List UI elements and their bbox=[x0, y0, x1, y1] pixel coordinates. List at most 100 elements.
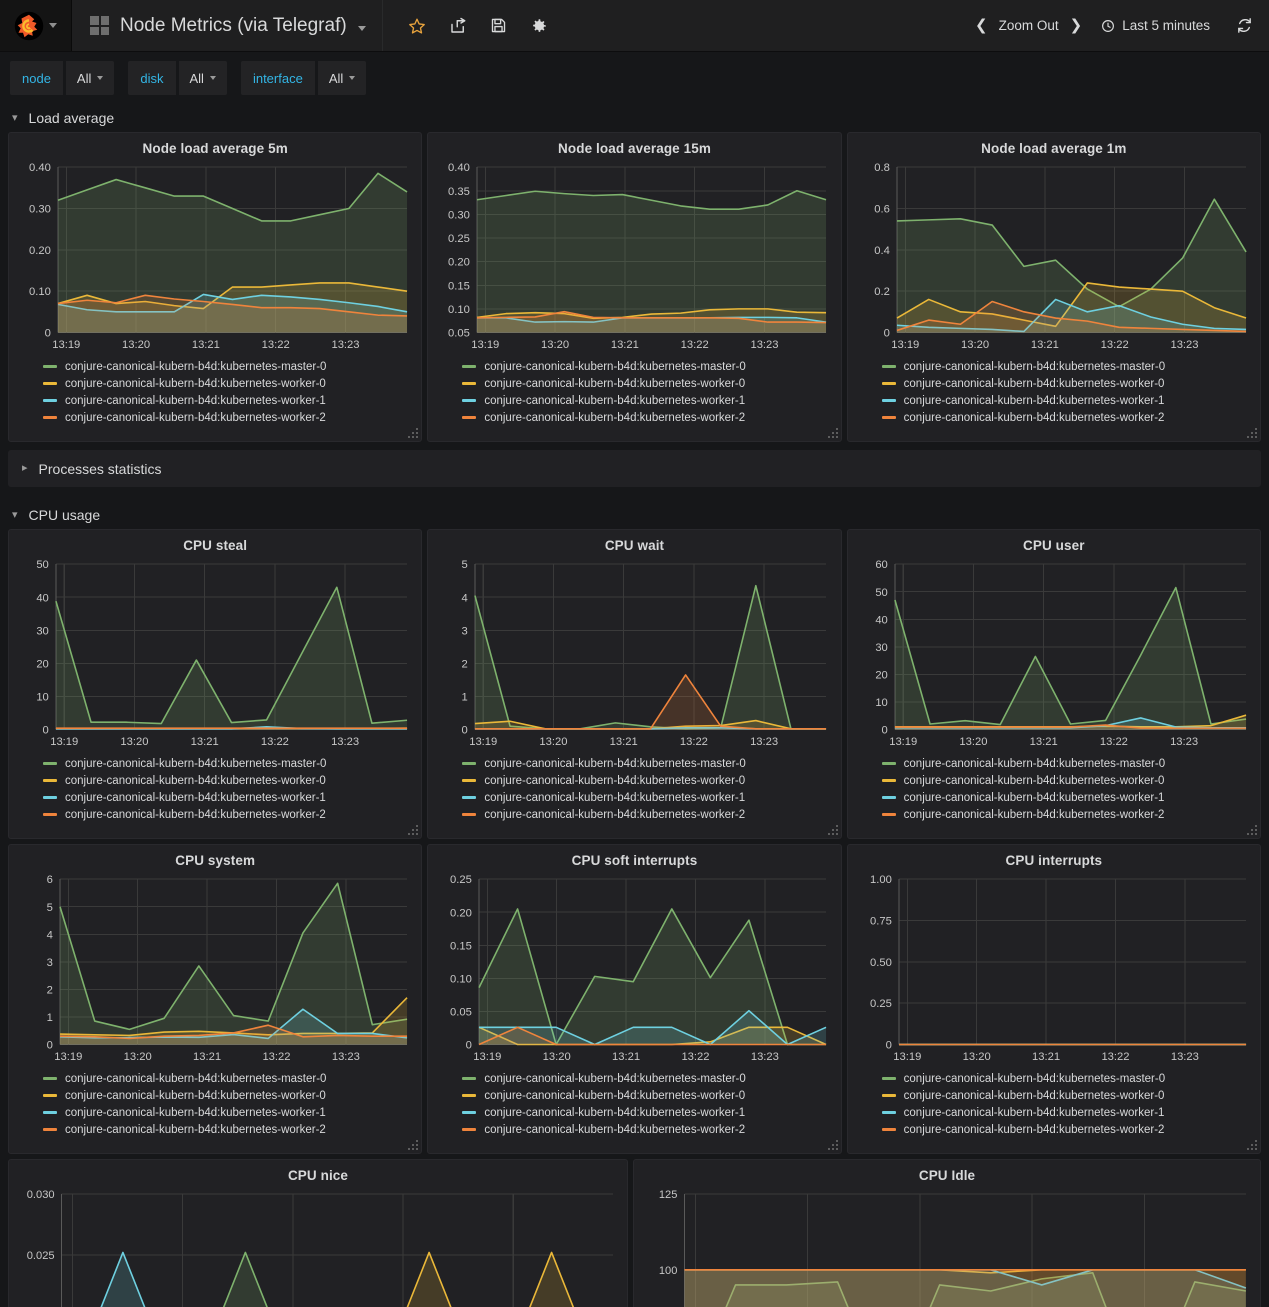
panel-title[interactable]: CPU user bbox=[848, 530, 1260, 556]
refresh-icon[interactable] bbox=[1236, 17, 1253, 34]
legend-item[interactable]: conjure-canonical-kubern-b4d:kubernetes-… bbox=[43, 394, 421, 408]
row-header-load-average[interactable]: ▾ Load average bbox=[0, 104, 1269, 132]
legend-item[interactable]: conjure-canonical-kubern-b4d:kubernetes-… bbox=[462, 1089, 840, 1103]
legend-item[interactable]: conjure-canonical-kubern-b4d:kubernetes-… bbox=[462, 360, 840, 374]
chart-canvas[interactable]: 0.0150.0200.0250.030 bbox=[9, 1186, 627, 1307]
gear-icon[interactable] bbox=[530, 17, 548, 35]
save-icon[interactable] bbox=[490, 17, 507, 34]
variable-interface-select[interactable]: All bbox=[318, 61, 366, 95]
panel-title[interactable]: Node load average 15m bbox=[428, 133, 840, 159]
chart-canvas[interactable]: 00.250.500.751.0013:1913:2013:2113:2213:… bbox=[848, 871, 1260, 1067]
legend-item[interactable]: conjure-canonical-kubern-b4d:kubernetes-… bbox=[462, 1106, 840, 1120]
panel-title[interactable]: Node load average 5m bbox=[9, 133, 421, 159]
dashboard-title-area[interactable]: Node Metrics (via Telegraf) bbox=[72, 0, 383, 51]
legend-item[interactable]: conjure-canonical-kubern-b4d:kubernetes-… bbox=[43, 1106, 421, 1120]
panel-cpu-steal[interactable]: CPU steal0102030405013:1913:2013:2113:22… bbox=[8, 529, 422, 839]
plot-area[interactable]: 00.20.40.60.813:1913:2013:2113:2213:23 bbox=[848, 159, 1260, 355]
plot-area[interactable]: 01234513:1913:2013:2113:2213:23 bbox=[428, 556, 840, 752]
chart-canvas[interactable]: 01234513:1913:2013:2113:2213:23 bbox=[428, 556, 840, 752]
chart-canvas[interactable]: 012345613:1913:2013:2113:2213:23 bbox=[9, 871, 421, 1067]
panel-title[interactable]: Node load average 1m bbox=[848, 133, 1260, 159]
legend-item[interactable]: conjure-canonical-kubern-b4d:kubernetes-… bbox=[882, 411, 1260, 425]
legend-item[interactable]: conjure-canonical-kubern-b4d:kubernetes-… bbox=[462, 1123, 840, 1137]
panel-node-load-average-15m[interactable]: Node load average 15m0.050.100.150.200.2… bbox=[427, 132, 841, 442]
panel-title[interactable]: CPU steal bbox=[9, 530, 421, 556]
row-header-processes-statistics[interactable]: ▸ Processes statistics bbox=[8, 450, 1261, 487]
legend-item[interactable]: conjure-canonical-kubern-b4d:kubernetes-… bbox=[43, 774, 421, 788]
legend-item[interactable]: conjure-canonical-kubern-b4d:kubernetes-… bbox=[882, 1072, 1260, 1086]
plot-area[interactable]: 010203040506013:1913:2013:2113:2213:23 bbox=[848, 556, 1260, 752]
panel-title[interactable]: CPU interrupts bbox=[848, 845, 1260, 871]
legend-item[interactable]: conjure-canonical-kubern-b4d:kubernetes-… bbox=[882, 360, 1260, 374]
time-range-picker[interactable]: Last 5 minutes bbox=[1101, 18, 1236, 33]
panel-resize-handle[interactable] bbox=[828, 428, 839, 439]
legend-item[interactable]: conjure-canonical-kubern-b4d:kubernetes-… bbox=[43, 808, 421, 822]
legend-item[interactable]: conjure-canonical-kubern-b4d:kubernetes-… bbox=[462, 808, 840, 822]
panel-node-load-average-5m[interactable]: Node load average 5m00.100.200.300.4013:… bbox=[8, 132, 422, 442]
variable-node-select[interactable]: All bbox=[66, 61, 114, 95]
plot-area[interactable]: 012345613:1913:2013:2113:2213:23 bbox=[9, 871, 421, 1067]
panel-resize-handle[interactable] bbox=[1247, 825, 1258, 836]
plot-area[interactable]: 75100125 bbox=[634, 1186, 1260, 1307]
panel-cpu-soft-interrupts[interactable]: CPU soft interrupts00.050.100.150.200.25… bbox=[427, 844, 841, 1154]
legend-item[interactable]: conjure-canonical-kubern-b4d:kubernetes-… bbox=[462, 774, 840, 788]
legend-item[interactable]: conjure-canonical-kubern-b4d:kubernetes-… bbox=[43, 360, 421, 374]
legend-item[interactable]: conjure-canonical-kubern-b4d:kubernetes-… bbox=[462, 1072, 840, 1086]
chart-canvas[interactable]: 0.050.100.150.200.250.300.350.4013:1913:… bbox=[428, 159, 840, 355]
panel-resize-handle[interactable] bbox=[408, 428, 419, 439]
legend-item[interactable]: conjure-canonical-kubern-b4d:kubernetes-… bbox=[882, 774, 1260, 788]
panel-cpu-nice[interactable]: CPU nice0.0150.0200.0250.030 bbox=[8, 1159, 628, 1307]
legend-item[interactable]: conjure-canonical-kubern-b4d:kubernetes-… bbox=[882, 1123, 1260, 1137]
plot-area[interactable]: 0102030405013:1913:2013:2113:2213:23 bbox=[9, 556, 421, 752]
legend-item[interactable]: conjure-canonical-kubern-b4d:kubernetes-… bbox=[462, 757, 840, 771]
legend-item[interactable]: conjure-canonical-kubern-b4d:kubernetes-… bbox=[43, 377, 421, 391]
legend-item[interactable]: conjure-canonical-kubern-b4d:kubernetes-… bbox=[43, 791, 421, 805]
plot-area[interactable]: 00.050.100.150.200.2513:1913:2013:2113:2… bbox=[428, 871, 840, 1067]
legend-item[interactable]: conjure-canonical-kubern-b4d:kubernetes-… bbox=[43, 411, 421, 425]
panel-resize-handle[interactable] bbox=[408, 825, 419, 836]
chart-canvas[interactable]: 00.100.200.300.4013:1913:2013:2113:2213:… bbox=[9, 159, 421, 355]
panel-resize-handle[interactable] bbox=[1247, 428, 1258, 439]
legend-item[interactable]: conjure-canonical-kubern-b4d:kubernetes-… bbox=[882, 1106, 1260, 1120]
chart-canvas[interactable]: 75100125 bbox=[634, 1186, 1260, 1307]
panel-cpu-user[interactable]: CPU user010203040506013:1913:2013:2113:2… bbox=[847, 529, 1261, 839]
panel-resize-handle[interactable] bbox=[828, 825, 839, 836]
legend-item[interactable]: conjure-canonical-kubern-b4d:kubernetes-… bbox=[882, 757, 1260, 771]
panel-cpu-idle[interactable]: CPU Idle75100125 bbox=[633, 1159, 1261, 1307]
grafana-brand-menu[interactable] bbox=[0, 0, 72, 51]
legend-item[interactable]: conjure-canonical-kubern-b4d:kubernetes-… bbox=[462, 411, 840, 425]
variable-disk-select[interactable]: All bbox=[179, 61, 227, 95]
plot-area[interactable]: 00.250.500.751.0013:1913:2013:2113:2213:… bbox=[848, 871, 1260, 1067]
plot-area[interactable]: 0.050.100.150.200.250.300.350.4013:1913:… bbox=[428, 159, 840, 355]
legend-item[interactable]: conjure-canonical-kubern-b4d:kubernetes-… bbox=[462, 394, 840, 408]
chart-canvas[interactable]: 010203040506013:1913:2013:2113:2213:23 bbox=[848, 556, 1260, 752]
legend-item[interactable]: conjure-canonical-kubern-b4d:kubernetes-… bbox=[462, 791, 840, 805]
panel-title[interactable]: CPU Idle bbox=[634, 1160, 1260, 1186]
legend-item[interactable]: conjure-canonical-kubern-b4d:kubernetes-… bbox=[882, 791, 1260, 805]
legend-item[interactable]: conjure-canonical-kubern-b4d:kubernetes-… bbox=[882, 808, 1260, 822]
panel-node-load-average-1m[interactable]: Node load average 1m00.20.40.60.813:1913… bbox=[847, 132, 1261, 442]
panel-title[interactable]: CPU wait bbox=[428, 530, 840, 556]
panel-title[interactable]: CPU soft interrupts bbox=[428, 845, 840, 871]
legend-item[interactable]: conjure-canonical-kubern-b4d:kubernetes-… bbox=[462, 377, 840, 391]
chart-canvas[interactable]: 00.20.40.60.813:1913:2013:2113:2213:23 bbox=[848, 159, 1260, 355]
panel-resize-handle[interactable] bbox=[828, 1140, 839, 1151]
panel-title[interactable]: CPU nice bbox=[9, 1160, 627, 1186]
zoom-out-label[interactable]: Zoom Out bbox=[999, 18, 1059, 33]
legend-item[interactable]: conjure-canonical-kubern-b4d:kubernetes-… bbox=[882, 1089, 1260, 1103]
legend-item[interactable]: conjure-canonical-kubern-b4d:kubernetes-… bbox=[43, 1072, 421, 1086]
legend-item[interactable]: conjure-canonical-kubern-b4d:kubernetes-… bbox=[43, 1089, 421, 1103]
panel-cpu-wait[interactable]: CPU wait01234513:1913:2013:2113:2213:23 c… bbox=[427, 529, 841, 839]
legend-item[interactable]: conjure-canonical-kubern-b4d:kubernetes-… bbox=[882, 394, 1260, 408]
plot-area[interactable]: 0.0150.0200.0250.030 bbox=[9, 1186, 627, 1307]
panel-title[interactable]: CPU system bbox=[9, 845, 421, 871]
chart-canvas[interactable]: 0102030405013:1913:2013:2113:2213:23 bbox=[9, 556, 421, 752]
plot-area[interactable]: 00.100.200.300.4013:1913:2013:2113:2213:… bbox=[9, 159, 421, 355]
legend-item[interactable]: conjure-canonical-kubern-b4d:kubernetes-… bbox=[882, 377, 1260, 391]
row-header-cpu-usage[interactable]: ▾ CPU usage bbox=[0, 501, 1269, 529]
share-icon[interactable] bbox=[449, 17, 467, 35]
panel-resize-handle[interactable] bbox=[408, 1140, 419, 1151]
star-icon[interactable] bbox=[408, 17, 426, 35]
panel-cpu-interrupts[interactable]: CPU interrupts00.250.500.751.0013:1913:2… bbox=[847, 844, 1261, 1154]
time-shift-forward-icon[interactable]: ❯ bbox=[1070, 18, 1083, 33]
